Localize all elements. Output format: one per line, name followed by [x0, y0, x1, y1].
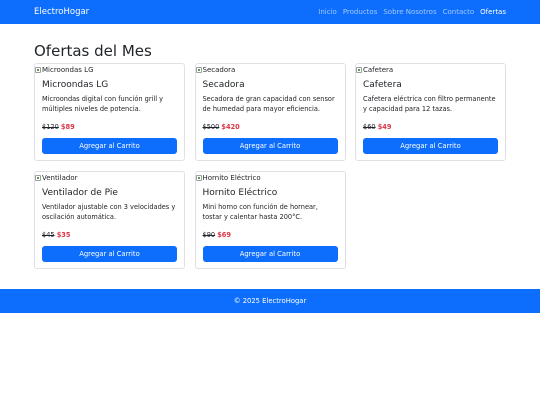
product-card: Ventilador Ventilador de Pie Ventilador … [34, 171, 185, 269]
nav-link-ofertas[interactable]: Ofertas [480, 8, 506, 16]
image-alt-text: Hornito Eléctrico [202, 173, 261, 182]
nav-link-productos[interactable]: Productos [343, 8, 378, 16]
image-alt-text: Cafetera [363, 65, 394, 74]
broken-image-icon [195, 174, 202, 181]
product-image: Microondas LG [35, 64, 184, 75]
product-name: Secadora [202, 80, 245, 90]
old-price: $500 [202, 123, 220, 131]
image-alt-text: Secadora [202, 65, 236, 74]
product-name: Microondas LG [42, 80, 109, 90]
old-price: $45 [42, 231, 55, 239]
product-price: $500 $420 [203, 123, 338, 132]
image-alt-text: Ventilador [42, 173, 78, 182]
old-price: $90 [202, 231, 216, 239]
add-to-cart-button[interactable]: Agregar al Carrito [42, 138, 177, 154]
product-card: Microondas LG Microondas LG Microondas d… [34, 63, 185, 161]
footer: © 2025 ElectroHogar [0, 289, 540, 313]
sale-price: $420 [221, 123, 240, 131]
add-to-cart-button[interactable]: Agregar al Carrito [42, 246, 177, 262]
product-description: Ventilador ajustable con 3 velocidades y… [42, 203, 176, 221]
main-content: Ofertas del Mes Microondas LG Microondas… [34, 41, 506, 269]
add-to-cart-button[interactable]: Agregar al Carrito [202, 138, 338, 154]
product-grid: Microondas LG Microondas LG Microondas d… [34, 63, 506, 269]
broken-image-icon [356, 66, 362, 73]
image-alt-text: Microondas LG [42, 65, 94, 74]
nav-menu: Inicio Productos Sobre Nosotros Contacto… [318, 8, 506, 16]
product-price: $60 $49 [363, 123, 498, 132]
product-card: Hornito Eléctrico Hornito Eléctrico Mini… [194, 171, 346, 269]
product-description: Microondas digital con función grill y m… [42, 95, 164, 113]
page-title: Ofertas del Mes [34, 42, 152, 60]
nav-link-inicio[interactable]: Inicio [318, 8, 337, 16]
product-image: Secadora [195, 64, 345, 75]
navbar: ElectroHogar Inicio Productos Sobre Noso… [0, 0, 540, 24]
product-description: Cafetera eléctrica con filtro permanente… [363, 95, 496, 113]
product-card: Cafetera Cafetera Cafetera eléctrica con… [355, 63, 506, 161]
sale-price: $35 [56, 231, 71, 239]
product-image: Ventilador [35, 172, 184, 183]
product-description: Secadora de gran capacidad con sensor de… [202, 95, 335, 113]
broken-image-icon [195, 66, 202, 73]
old-price: $60 [363, 123, 376, 131]
product-card: Secadora Secadora Secadora de gran capac… [194, 63, 346, 161]
product-description: Mini horno con función de hornear, tosta… [202, 203, 318, 221]
add-to-cart-button[interactable]: Agregar al Carrito [363, 138, 498, 154]
product-name: Hornito Eléctrico [202, 188, 278, 198]
product-name: Ventilador de Pie [42, 188, 118, 198]
broken-image-icon [35, 66, 41, 73]
product-image: Hornito Eléctrico [195, 172, 345, 183]
sale-price: $69 [217, 231, 231, 239]
brand-logo[interactable]: ElectroHogar [34, 7, 89, 17]
product-name: Cafetera [363, 80, 402, 90]
add-to-cart-button[interactable]: Agregar al Carrito [202, 246, 338, 262]
product-price: $120 $89 [42, 123, 177, 132]
sale-price: $49 [377, 123, 392, 131]
product-price: $45 $35 [42, 231, 177, 240]
product-image: Cafetera [356, 64, 505, 75]
product-price: $90 $69 [203, 231, 338, 240]
broken-image-icon [35, 174, 41, 181]
old-price: $120 [42, 123, 59, 131]
nav-link-sobre-nosotros[interactable]: Sobre Nosotros [383, 8, 436, 16]
sale-price: $89 [60, 123, 75, 131]
nav-link-contacto[interactable]: Contacto [443, 8, 475, 16]
